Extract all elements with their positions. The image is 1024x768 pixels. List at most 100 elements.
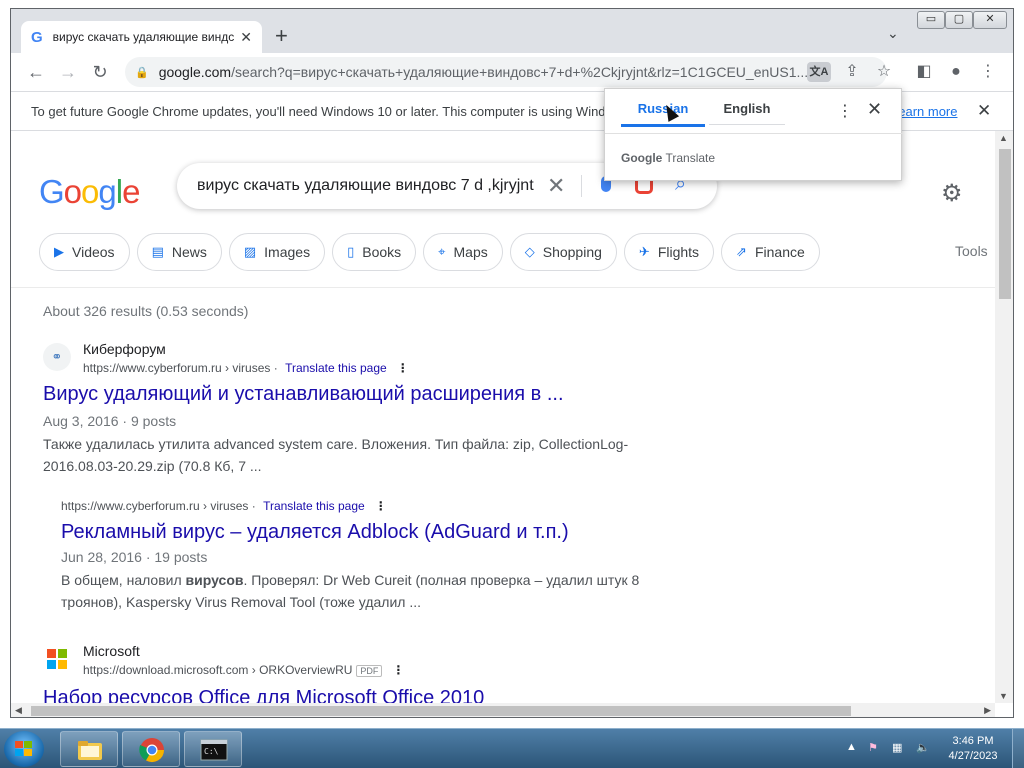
- chip-books[interactable]: ▯ Books: [332, 233, 417, 271]
- chip-flights[interactable]: ✈ Flights: [623, 233, 715, 271]
- settings-gear-icon[interactable]: ⚙: [941, 179, 963, 208]
- news-icon: ▤: [151, 244, 164, 259]
- tab-strip: G вирус скачать удаляющие виндс ✕ + ⌄ ▭ …: [11, 9, 1013, 53]
- tab-russian[interactable]: Russian: [621, 101, 705, 127]
- search-results-page: Google вирус скачать удаляющие виндовс 7…: [11, 131, 995, 703]
- taskbar-cmd[interactable]: C:\: [184, 731, 242, 767]
- horizontal-scroll-thumb[interactable]: [31, 706, 851, 716]
- taskbar-explorer[interactable]: [60, 731, 118, 767]
- microsoft-logo-icon: [43, 645, 71, 673]
- result-date: Aug 3, 2016 · 9 posts: [43, 413, 177, 429]
- google-favicon-icon: G: [31, 28, 43, 46]
- result-more-icon[interactable]: ⋮: [392, 663, 404, 677]
- chrome-menu-icon[interactable]: ⋮: [975, 59, 1001, 85]
- forward-button[interactable]: →: [55, 59, 81, 85]
- chip-maps[interactable]: ⌖ Maps: [423, 233, 503, 271]
- scroll-down-arrow-icon[interactable]: ▼: [999, 691, 1008, 701]
- lock-icon[interactable]: 🔒: [135, 66, 149, 79]
- browser-tab[interactable]: G вирус скачать удаляющие виндс ✕: [21, 21, 262, 53]
- tools-button[interactable]: Tools: [955, 243, 988, 259]
- start-button[interactable]: [4, 731, 44, 767]
- profile-avatar-icon[interactable]: ●: [943, 59, 969, 85]
- browser-toolbar: ← → ↻ 🔒 google.com/search?q=вирус+скачат…: [11, 53, 1013, 91]
- result-snippet: В общем, наловил вирусов. Проверял: Dr W…: [61, 572, 640, 610]
- result-date: Jun 28, 2016 · 19 posts: [61, 549, 208, 565]
- maximize-button[interactable]: ▢: [945, 11, 973, 29]
- close-window-button[interactable]: ✕: [973, 11, 1007, 29]
- vertical-scroll-thumb[interactable]: [999, 149, 1011, 299]
- result-more-icon[interactable]: ⋮: [397, 361, 409, 375]
- apps-grid-icon[interactable]: ⋮: [987, 181, 995, 202]
- map-pin-icon: ⌖: [438, 244, 446, 259]
- google-translate-brand: Google Translate: [621, 151, 716, 165]
- translate-page-link[interactable]: Translate this page: [285, 361, 387, 375]
- windows-flag-icon: [15, 741, 33, 757]
- image-icon: ▨: [243, 244, 257, 259]
- scroll-left-arrow-icon[interactable]: ◀: [15, 705, 22, 716]
- result-url: https://download.microsoft.com › ORKOver…: [83, 663, 405, 677]
- translate-page-link[interactable]: Translate this page: [263, 499, 365, 513]
- search-input[interactable]: вирус скачать удаляющие виндовс 7 d ,kjr…: [197, 177, 534, 195]
- result-url: https://www.cyberforum.ru › viruses · Tr…: [61, 499, 387, 513]
- chip-finance[interactable]: ⇗ Finance: [721, 233, 820, 271]
- share-icon[interactable]: ⇪: [839, 59, 865, 85]
- network-icon[interactable]: ▦: [892, 741, 902, 754]
- translate-icon[interactable]: 文A: [807, 62, 831, 82]
- translate-options-icon[interactable]: ⋮: [837, 101, 853, 121]
- tab-english[interactable]: English: [709, 101, 785, 125]
- result-more-icon[interactable]: ⋮: [375, 499, 387, 513]
- reload-button[interactable]: ↻: [87, 59, 113, 85]
- book-icon: ▯: [347, 244, 355, 259]
- search-filter-chips: ▶ Videos ▤ News ▨ Images ▯ Books ⌖ Maps ◇ Shop…: [39, 233, 827, 271]
- airplane-icon: ✈: [638, 244, 650, 259]
- scroll-up-arrow-icon[interactable]: ▲: [999, 133, 1008, 143]
- side-panel-icon[interactable]: ◧: [911, 59, 937, 85]
- tab-close-icon[interactable]: ✕: [240, 29, 252, 46]
- clear-icon[interactable]: ✕: [547, 173, 565, 199]
- result-snippet: Также удалилась утилита advanced system …: [43, 436, 629, 474]
- scroll-right-arrow-icon[interactable]: ▶: [984, 705, 991, 716]
- taskbar-chrome[interactable]: [122, 731, 180, 767]
- back-button[interactable]: ←: [23, 59, 49, 85]
- svg-text:C:\: C:\: [204, 747, 219, 756]
- result-title-link[interactable]: Вирус удаляющий и устанавливающий расшир…: [43, 383, 564, 406]
- tray-expand-icon[interactable]: ▲: [846, 741, 857, 753]
- tag-icon: ◇: [524, 244, 535, 259]
- tab-search-chevron-icon[interactable]: ⌄: [887, 25, 899, 42]
- chrome-icon: [139, 738, 164, 763]
- horizontal-scrollbar[interactable]: ◀ ▶: [11, 703, 995, 717]
- cyberforum-favicon-icon: ⚭: [43, 343, 71, 371]
- result-title-link[interactable]: Набор ресурсов Office для Microsoft Offi…: [43, 687, 484, 703]
- vertical-scrollbar[interactable]: ▲ ▼: [995, 131, 1013, 703]
- result-title-link[interactable]: Рекламный вирус – удаляется Adblock (AdG…: [61, 521, 569, 544]
- chip-shopping[interactable]: ◇ Shopping: [509, 233, 617, 271]
- translate-popup: Russian English ⋮ ✕ Google Translate: [604, 88, 903, 181]
- chip-news[interactable]: ▤ News: [136, 233, 222, 271]
- action-center-flag-icon[interactable]: ⚑: [868, 741, 878, 754]
- popup-divider: [605, 133, 903, 134]
- result-stats: About 326 results (0.53 seconds): [43, 303, 249, 319]
- bookmark-star-icon[interactable]: ☆: [871, 59, 897, 85]
- folder-icon: [78, 741, 102, 760]
- result-site-name: Microsoft: [83, 643, 140, 659]
- translate-close-icon[interactable]: ✕: [867, 99, 882, 120]
- address-url[interactable]: google.com/search?q=вирус+скачать+удаляю…: [159, 64, 877, 80]
- chart-icon: ⇗: [736, 244, 747, 259]
- minimize-button[interactable]: ▭: [917, 11, 945, 29]
- chip-images[interactable]: ▨ Images: [228, 233, 326, 271]
- infobar-close-icon[interactable]: ✕: [977, 101, 991, 121]
- google-logo[interactable]: Google: [39, 173, 140, 211]
- chip-videos[interactable]: ▶ Videos: [39, 233, 130, 271]
- address-bar[interactable]: 🔒 google.com/search?q=вирус+скачать+удал…: [125, 57, 887, 87]
- windows-taskbar: C:\ ▲ ⚑ ▦ 🔈 3:46 PM 4/27/2023: [0, 728, 1024, 768]
- new-tab-button[interactable]: +: [275, 25, 288, 47]
- command-prompt-icon: C:\: [200, 739, 228, 761]
- result-site-name: Киберфорум: [83, 341, 166, 357]
- taskbar-clock[interactable]: 3:46 PM 4/27/2023: [940, 734, 1006, 764]
- clock-time: 3:46 PM: [952, 735, 994, 747]
- result-url: https://www.cyberforum.ru › viruses · Tr…: [83, 361, 409, 375]
- header-divider: [11, 287, 995, 288]
- volume-icon[interactable]: 🔈: [916, 741, 930, 754]
- show-desktop-button[interactable]: [1012, 729, 1024, 768]
- infobar-message: To get future Google Chrome updates, you…: [31, 103, 621, 119]
